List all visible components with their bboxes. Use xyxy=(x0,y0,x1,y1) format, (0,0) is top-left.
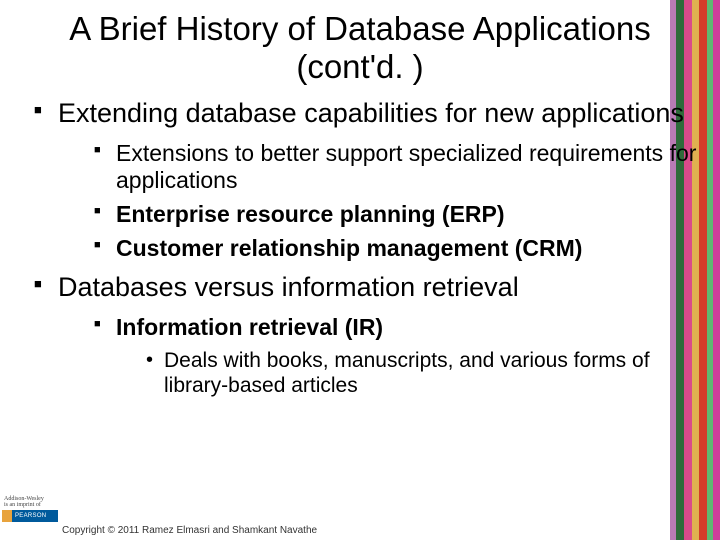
copyright-text: Copyright © 2011 Ramez Elmasri and Shamk… xyxy=(62,525,317,536)
decorative-stripes xyxy=(670,0,720,540)
bullet-1-sub-2: Enterprise resource planning (ERP) xyxy=(94,201,700,229)
bullet-2: Databases versus information retrieval I… xyxy=(34,272,700,398)
imprint-text: Addison-Wesley is an imprint of xyxy=(4,496,44,508)
bullet-1-sub-3: Customer relationship management (CRM) xyxy=(94,235,700,263)
bullet-2-sub-1-text: Information retrieval (IR) xyxy=(116,314,383,340)
bullet-2-sub-1: Information retrieval (IR) Deals with bo… xyxy=(94,314,700,398)
bullet-2-sub-1-detail-1: Deals with books, manuscripts, and vario… xyxy=(146,348,700,398)
bullet-1-sub-1: Extensions to better support specialized… xyxy=(94,140,700,195)
slide-title: A Brief History of Database Applications… xyxy=(0,0,720,92)
slide-content: Extending database capabilities for new … xyxy=(0,92,720,398)
bullet-2-text: Databases versus information retrieval xyxy=(58,272,519,302)
bullet-1: Extending database capabilities for new … xyxy=(34,98,700,262)
pearson-logo: PEARSON xyxy=(2,510,58,522)
slide: A Brief History of Database Applications… xyxy=(0,0,720,540)
bullet-1-text: Extending database capabilities for new … xyxy=(58,98,684,128)
publisher-logo: Addison-Wesley is an imprint of PEARSON xyxy=(0,490,58,522)
